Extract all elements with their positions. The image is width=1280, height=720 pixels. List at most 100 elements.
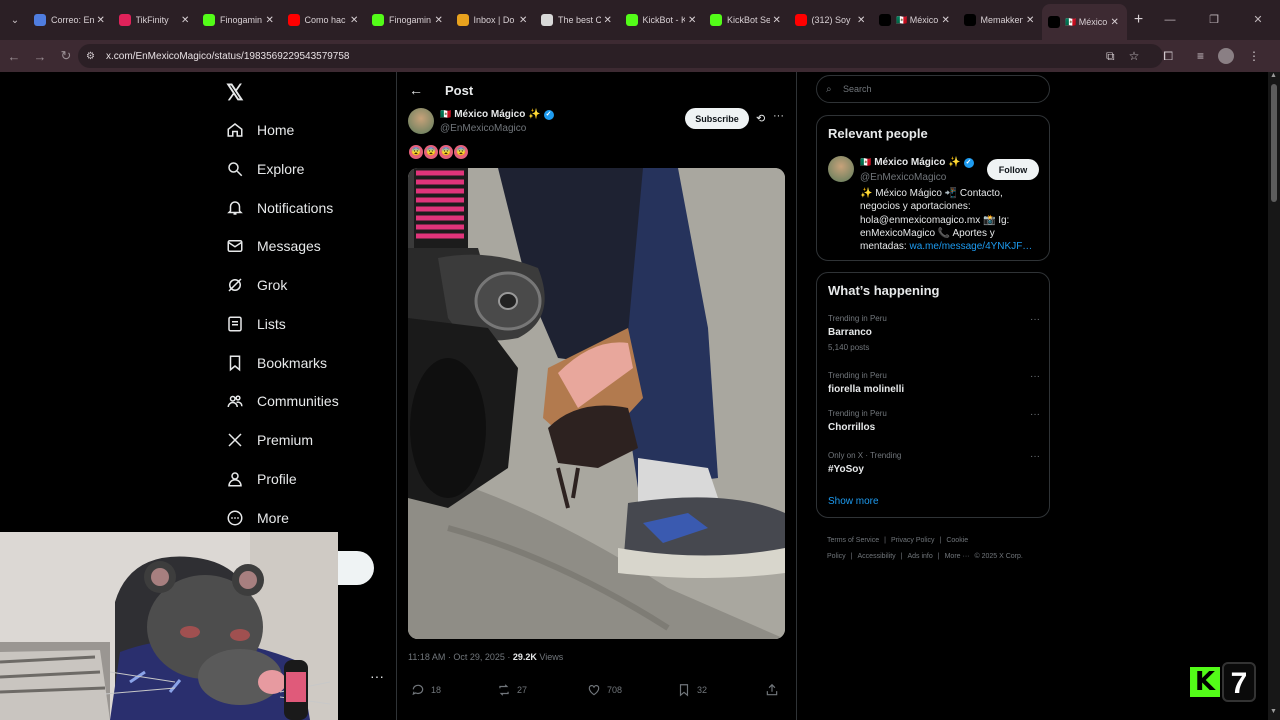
relevant-person-name[interactable]: 🇲🇽 México Mágico ✨ ✓ <box>860 157 974 168</box>
footer-link[interactable]: Ads info <box>907 553 932 560</box>
footer-link[interactable]: More ··· <box>945 553 970 560</box>
browser-tab[interactable]: Correo: En ✕ <box>28 4 113 36</box>
tab-close-icon[interactable]: ✕ <box>604 15 614 26</box>
minimize-button[interactable]: — <box>1148 0 1192 40</box>
maximize-button[interactable]: ❐ <box>1192 0 1236 40</box>
browser-tab[interactable]: 🇲🇽 México ✕ <box>1042 4 1127 40</box>
tab-favicon-icon <box>794 14 807 26</box>
trend-topic: Chorrillos <box>828 422 876 433</box>
browser-tab[interactable]: Como hac ✕ <box>282 4 367 36</box>
browser-tab[interactable]: KickBot - K ✕ <box>620 4 705 36</box>
reload-button[interactable]: ↻ <box>54 48 78 64</box>
x-logo[interactable]: 𝕏 <box>226 80 246 105</box>
browser-tab[interactable]: TikFinity ✕ <box>113 4 198 36</box>
nav-item-notifications[interactable]: Notifications <box>226 189 333 227</box>
relevant-person-handle[interactable]: @EnMexicoMagico <box>860 172 946 183</box>
trend-item[interactable]: Trending in Peru Chorrillos ··· <box>828 409 1040 433</box>
browser-tab[interactable]: Finogamin ✕ <box>197 4 282 36</box>
tab-close-icon[interactable]: ✕ <box>1026 15 1036 26</box>
footer-link[interactable]: Accessibility <box>858 553 896 560</box>
tab-title: Finogamin <box>220 15 263 25</box>
tab-close-icon[interactable]: ✕ <box>435 15 445 26</box>
post-video[interactable] <box>408 168 785 639</box>
nav-item-explore[interactable]: Explore <box>226 150 304 188</box>
scroll-thumb[interactable] <box>1271 84 1277 202</box>
post-time[interactable]: 11:18 AM · Oct 29, 2025 · <box>408 652 513 662</box>
trend-more-icon[interactable]: ··· <box>1030 371 1040 382</box>
tab-close-icon[interactable]: ✕ <box>350 15 360 26</box>
close-window-button[interactable]: ✕ <box>1236 0 1280 40</box>
nav-item-lists[interactable]: Lists <box>226 305 286 343</box>
scroll-up-arrow-icon[interactable]: ▲ <box>1270 72 1277 79</box>
tab-close-icon[interactable]: ✕ <box>266 15 276 26</box>
nav-item-communities[interactable]: Communities <box>226 382 339 420</box>
post-more-icon[interactable]: ··· <box>773 110 784 122</box>
reply-button[interactable]: 18 <box>411 683 441 697</box>
browser-tab[interactable]: The best C ✕ <box>535 4 620 36</box>
trend-item[interactable]: Trending in Peru Barranco 5,140 posts ··· <box>828 314 1040 352</box>
grok-explain-icon[interactable]: ⟲ <box>756 112 765 125</box>
install-app-icon[interactable]: ⧉ <box>1106 49 1115 64</box>
browser-tab[interactable]: Memakken ✕ <box>958 4 1043 36</box>
nav-item-grok[interactable]: Grok <box>226 266 287 304</box>
search-box[interactable]: ⌕ <box>816 75 1050 103</box>
browser-menu-icon[interactable]: ⋮ <box>1248 49 1260 63</box>
relevant-person-avatar[interactable] <box>828 156 854 182</box>
tab-close-icon[interactable]: ✕ <box>97 15 107 26</box>
profile-avatar[interactable] <box>1218 48 1234 64</box>
footer-link[interactable]: Terms of Service <box>827 537 879 544</box>
page-scrollbar[interactable]: ▲ ▼ <box>1268 72 1280 720</box>
forward-button[interactable]: → <box>28 49 52 64</box>
account-menu-icon[interactable]: ··· <box>370 668 384 684</box>
trend-more-icon[interactable]: ··· <box>1030 314 1040 325</box>
subscribe-button[interactable]: Subscribe <box>685 108 749 129</box>
tab-close-icon[interactable]: ✕ <box>688 15 698 26</box>
trend-more-icon[interactable]: ··· <box>1030 409 1040 420</box>
site-info-icon[interactable]: ⚙ <box>86 51 100 62</box>
nav-item-premium[interactable]: Premium <box>226 421 313 459</box>
trend-item[interactable]: Trending in Peru fiorella molinelli ··· <box>828 371 1040 395</box>
browser-tab[interactable]: (312) Soy ✕ <box>789 4 874 36</box>
tab-close-icon[interactable]: ✕ <box>942 15 952 26</box>
bookmark-button[interactable]: 32 <box>677 683 707 697</box>
show-more-link[interactable]: Show more <box>828 496 879 507</box>
back-arrow-icon[interactable]: ← <box>409 82 429 98</box>
browser-tab[interactable]: KickBot Se ✕ <box>704 4 789 36</box>
browser-tab[interactable]: Finogamin ✕ <box>366 4 451 36</box>
address-bar[interactable]: ⚙ x.com/EnMexicoMagico/status/1983569229… <box>78 44 1163 68</box>
extensions-icon[interactable]: ⧠ <box>1163 49 1173 64</box>
trend-item[interactable]: Only on X · Trending #YoSoy ··· <box>828 451 1040 475</box>
search-input[interactable] <box>843 84 1023 94</box>
browser-tab[interactable]: Inbox | Do ✕ <box>451 4 536 36</box>
tab-close-icon[interactable]: ✕ <box>1111 17 1121 28</box>
tab-close-icon[interactable]: ✕ <box>773 15 783 26</box>
nav-item-messages[interactable]: Messages <box>226 227 321 265</box>
post-button[interactable] <box>338 551 374 585</box>
trend-more-icon[interactable]: ··· <box>1030 451 1040 462</box>
author-avatar[interactable] <box>408 108 434 134</box>
tab-close-icon[interactable]: ✕ <box>857 15 867 26</box>
nav-item-profile[interactable]: Profile <box>226 460 297 498</box>
tab-favicon-icon <box>541 14 553 26</box>
follow-button[interactable]: Follow <box>987 159 1039 180</box>
new-tab-button[interactable]: + <box>1127 11 1151 29</box>
repost-button[interactable]: 27 <box>497 683 527 697</box>
nav-item-label: Explore <box>257 161 305 177</box>
browser-tab[interactable]: 🇲🇽 México ✕ <box>873 4 958 36</box>
footer-link[interactable]: Privacy Policy <box>891 537 935 544</box>
nav-item-bookmarks[interactable]: Bookmarks <box>226 344 327 382</box>
author-handle[interactable]: @EnMexicoMagico <box>440 123 526 134</box>
tab-close-icon[interactable]: ✕ <box>519 15 529 26</box>
bio-link[interactable]: wa.me/message/4YNKJF… <box>909 241 1032 252</box>
footer-link[interactable]: © 2025 X Corp. <box>974 553 1022 560</box>
back-button[interactable]: ← <box>2 49 26 64</box>
like-button[interactable]: 708 <box>587 683 622 697</box>
media-control-icon[interactable]: ≡ <box>1197 49 1204 63</box>
tab-close-icon[interactable]: ✕ <box>181 15 191 26</box>
tab-search-button[interactable]: ⌄ <box>2 7 28 33</box>
bookmark-star-icon[interactable]: ☆ <box>1129 49 1140 63</box>
author-name[interactable]: 🇲🇽 México Mágico ✨ ✓ <box>440 109 554 120</box>
nav-item-home[interactable]: Home <box>226 111 294 149</box>
scroll-down-arrow-icon[interactable]: ▼ <box>1270 708 1277 715</box>
share-button[interactable] <box>765 683 779 697</box>
